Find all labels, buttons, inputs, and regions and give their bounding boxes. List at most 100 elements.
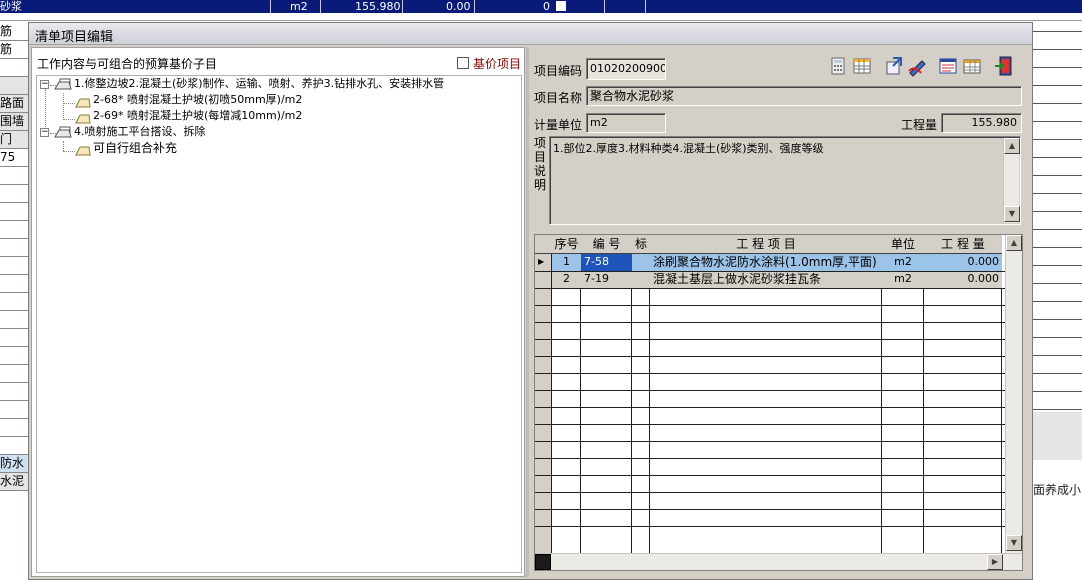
import-icon[interactable] (883, 55, 905, 77)
header-code[interactable]: 编 号 (581, 235, 632, 254)
header-qty[interactable]: 工 程 量 (924, 235, 1002, 254)
bg-left-cell[interactable] (0, 437, 28, 455)
tree-node-custom-combination[interactable]: 可自行组合补充 (93, 141, 177, 155)
scroll-up-button[interactable]: ▲ (1006, 235, 1022, 251)
bill-item-edit-dialog: 清单项目编辑 工作内容与可组合的预算基价子目 基价项目 − 1.修整边坡2.混凝… (28, 22, 1033, 580)
cell-unit[interactable]: m2 (882, 254, 924, 270)
header-seq[interactable]: 序号 (552, 235, 581, 254)
tree-node-quota-2-69[interactable]: 2-69* 喷射混凝土护坡(每增减10mm)/m2 (93, 109, 302, 123)
tree-connector (63, 93, 64, 120)
unit-field[interactable]: m2 (586, 113, 666, 133)
cell-item[interactable]: 混凝土基层上做水泥砂浆挂瓦条 (650, 271, 882, 287)
bg-left-cell[interactable] (0, 419, 28, 437)
header-flag[interactable]: 标 (632, 235, 650, 254)
scroll-down-button[interactable]: ▼ (1004, 206, 1020, 222)
item-name-field[interactable]: 聚合物水泥砂浆 (586, 86, 1022, 106)
bg-left-cell[interactable] (0, 203, 28, 221)
cell-item[interactable]: 涂刷聚合物水泥防水涂料(1.0mm厚,平面) (650, 254, 882, 270)
grid-row-line (535, 356, 1005, 357)
grid-row-line (535, 305, 1005, 306)
bg-row-line (1033, 319, 1082, 320)
grid-row-line (535, 339, 1005, 340)
folder-group-icon (54, 126, 72, 138)
edit-pen-icon[interactable] (907, 55, 929, 77)
cell-unit[interactable]: m2 (882, 271, 924, 287)
cell-qty[interactable]: 0.000 (924, 254, 1002, 270)
background-left-column: 筋筋路面 围墙门 75 防水 水泥 (0, 21, 28, 580)
bg-row-line (1033, 121, 1082, 122)
tree-node-work-content-1[interactable]: 1.修整边坡2.混凝土(砂浆)制作、运输、喷射、养护3.钻排水孔、安装排水管 (74, 77, 444, 91)
tree-collapse-toggle[interactable]: − (40, 128, 49, 137)
dialog-title: 清单项目编辑 (35, 30, 114, 45)
base-price-label[interactable]: 基价项目 (473, 55, 521, 72)
header-item[interactable]: 工 程 项 目 (650, 235, 882, 254)
cell-seq[interactable]: 1 (552, 254, 581, 270)
scroll-right-button[interactable]: ▶ (987, 554, 1003, 570)
exit-door-icon[interactable] (993, 55, 1015, 77)
bg-row-line (1033, 409, 1082, 410)
dialog-titlebar[interactable]: 清单项目编辑 (29, 23, 1032, 45)
grid-row-line (535, 424, 1005, 425)
tree-collapse-toggle[interactable]: − (40, 80, 49, 89)
tree-node-quota-2-68[interactable]: 2-68* 喷射混凝土护坡(初喷50mm厚)/m2 (93, 93, 302, 107)
work-content-pane: 工作内容与可组合的预算基价子目 基价项目 − 1.修整边坡2.混凝土(砂浆)制作… (31, 47, 525, 577)
bg-left-cell[interactable] (0, 257, 28, 275)
bg-left-cell[interactable]: 筋 (0, 41, 28, 59)
bg-row-unit: m2 (290, 0, 308, 13)
bg-left-cell[interactable] (0, 221, 28, 239)
bg-left-cell[interactable]: 防水 (0, 455, 28, 473)
calculator-icon[interactable] (827, 55, 849, 77)
bg-left-cell[interactable]: 水泥 (0, 473, 28, 491)
bg-left-cell[interactable] (0, 311, 28, 329)
bg-row-line (1033, 229, 1082, 230)
table-list-icon[interactable] (937, 55, 959, 77)
scroll-down-button[interactable]: ▼ (1006, 535, 1022, 551)
bg-left-cell[interactable] (0, 347, 28, 365)
header-unit[interactable]: 单位 (882, 235, 924, 254)
bg-left-cell[interactable]: 75 (0, 149, 28, 167)
current-row-arrow-icon: ▶ (538, 257, 545, 266)
bg-separator (604, 0, 605, 13)
bg-left-cell[interactable]: 筋 (0, 23, 28, 41)
cell-code[interactable]: 7-58 (581, 254, 632, 270)
base-price-checkbox[interactable] (457, 57, 469, 69)
grid-horizontal-scrollbar[interactable]: ▶ (535, 553, 1022, 570)
grid-row-line (535, 492, 1005, 493)
bg-left-cell[interactable] (0, 77, 28, 95)
bg-left-cell[interactable] (0, 365, 28, 383)
bg-left-cell[interactable]: 门 (0, 131, 28, 149)
quota-items-grid[interactable]: 序号 编 号 标 工 程 项 目 单位 工 程 量 ▶ 1 7-58 涂刷聚合物… (534, 234, 1023, 571)
tree-node-work-content-4[interactable]: 4.喷射施工平台搭设、拆除 (74, 125, 206, 139)
cell-code[interactable]: 7-19 (581, 271, 632, 287)
item-description-label: 项目说明 (534, 136, 547, 192)
bg-left-cell[interactable] (0, 59, 28, 77)
scroll-thumb[interactable] (535, 554, 551, 570)
bg-row-line (1033, 301, 1082, 302)
bg-left-cell[interactable] (0, 167, 28, 185)
bg-left-cell[interactable] (0, 185, 28, 203)
description-scrollbar[interactable]: ▲ ▼ (1003, 138, 1020, 223)
item-toolbar (827, 55, 1027, 81)
cell-seq[interactable]: 2 (552, 271, 581, 287)
quota-tree[interactable]: − 1.修整边坡2.混凝土(砂浆)制作、运输、喷射、养护3.钻排水孔、安装排水管… (36, 75, 522, 573)
grid-table-icon[interactable] (851, 55, 873, 77)
background-top-row[interactable]: 砂浆 m2 155.980 0.00 0 (0, 0, 1082, 13)
cell-qty[interactable]: 0.000 (924, 271, 1002, 287)
bg-left-cell[interactable] (0, 275, 28, 293)
bg-left-cell[interactable]: 路面 (0, 95, 28, 113)
item-description-field[interactable]: 1.部位2.厚度3.材料种类4.混凝土(砂浆)类别、强度等级 ▲ ▼ (549, 136, 1021, 225)
settings-table-icon[interactable] (961, 55, 983, 77)
bg-left-cell[interactable] (0, 239, 28, 257)
bg-left-cell[interactable] (0, 401, 28, 419)
scroll-up-button[interactable]: ▲ (1004, 138, 1020, 154)
quantity-field[interactable]: 155.980 (941, 113, 1022, 133)
grid-vertical-scrollbar[interactable]: ▲ ▼ (1005, 235, 1022, 553)
bg-left-cell[interactable]: 围墙 (0, 113, 28, 131)
bg-left-cell[interactable] (0, 293, 28, 311)
bg-row-line (1033, 283, 1082, 284)
bg-left-cell[interactable] (0, 329, 28, 347)
bg-left-cell[interactable] (0, 383, 28, 401)
bg-row-checkbox[interactable] (556, 1, 566, 11)
item-code-field[interactable]: 010202009001 (586, 58, 666, 80)
bg-row-line (1033, 373, 1082, 374)
